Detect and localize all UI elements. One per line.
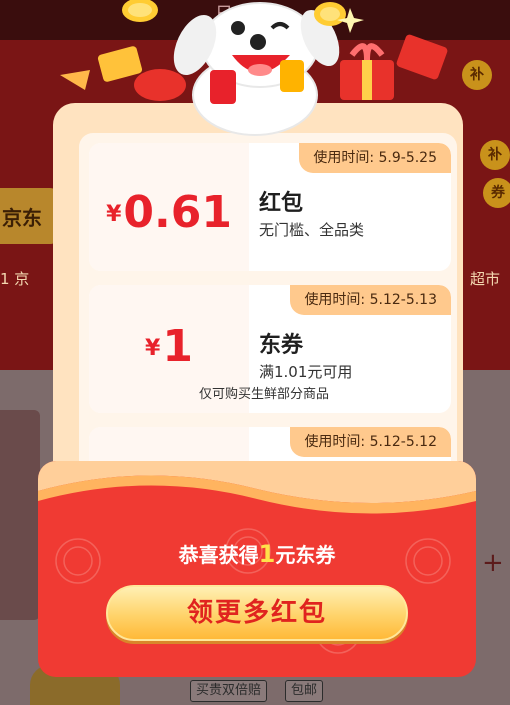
- background-title: 日用百市: [215, 4, 287, 25]
- get-more-red-packets-button[interactable]: 领更多红包: [106, 585, 408, 641]
- coupon-validity: 使用时间: 5.12-5.12: [290, 427, 451, 457]
- background-badge: 补: [480, 140, 510, 170]
- reward-prefix: 恭喜获得: [178, 543, 259, 567]
- background-tag: 包邮: [285, 680, 324, 702]
- coupon-restriction: 仅可购买生鲜部分商品: [199, 387, 330, 402]
- coupon-validity: 使用时间: 5.9-5.25: [299, 143, 451, 173]
- coupon-description: 满1.01元可用: [259, 363, 353, 381]
- coupon-title: 东券: [259, 333, 304, 358]
- background-tag: 买贵双倍赔: [190, 680, 268, 702]
- reward-amount: 1: [258, 540, 276, 568]
- currency-symbol: ¥: [145, 336, 161, 361]
- coupon-validity: 使用时间: 5.12-5.13: [290, 285, 451, 315]
- background-product-card: [0, 410, 40, 620]
- red-packet-popup: 使用时间: 5.9-5.25 ¥0.61 红包 无门槛、全品类 使用时间: 5.…: [38, 95, 476, 677]
- plus-icon: +: [482, 548, 504, 578]
- reward-message: 恭喜获得1元东券: [38, 539, 476, 568]
- coupon-amount: ¥1: [89, 321, 249, 372]
- coupon-value: 0.61: [123, 187, 232, 238]
- background-chip-left: 1 京: [0, 270, 30, 288]
- background-badge: 券: [483, 178, 510, 208]
- reward-suffix: 元东券: [275, 543, 336, 567]
- background-badge: 补: [462, 60, 492, 90]
- coupon-title: 红包: [259, 191, 304, 216]
- coupon-card: 使用时间: 5.12-5.13 ¥1 东券 满1.01元可用 仅可购买生鲜部分商…: [89, 285, 451, 413]
- coupon-card: 使用时间: 5.9-5.25 ¥0.61 红包 无门槛、全品类: [89, 143, 451, 271]
- currency-symbol: ¥: [106, 202, 122, 227]
- coupon-amount: ¥0.61: [89, 187, 249, 238]
- coupon-value: 1: [162, 321, 193, 372]
- coupon-description: 无门槛、全品类: [259, 221, 365, 239]
- popup-red-base: [38, 461, 476, 677]
- background-header: 日用百市: [0, 0, 510, 40]
- background-store-label: 京东: [2, 206, 42, 230]
